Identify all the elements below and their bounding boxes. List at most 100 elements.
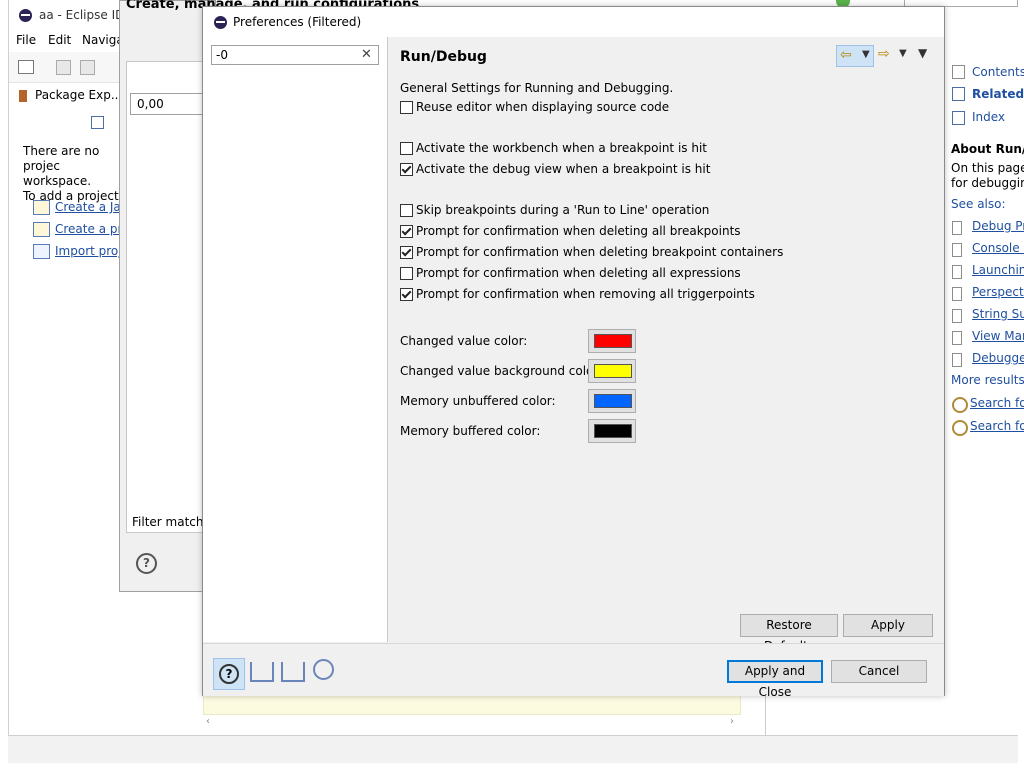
scroll-left-icon[interactable]: ‹: [206, 716, 210, 727]
color-swatch: [594, 334, 632, 348]
view-menu-icon[interactable]: ▼: [918, 46, 927, 60]
chevron-down-icon[interactable]: ▼: [899, 48, 907, 59]
checkbox-label: Activate the debug view when a breakpoin…: [416, 162, 711, 176]
doc-icon: [952, 309, 962, 323]
checkbox-label: Prompt for confirmation when deleting al…: [416, 266, 741, 280]
memory-buffered-color-button[interactable]: [588, 419, 636, 443]
export-preferences-icon[interactable]: [281, 662, 305, 682]
apply-and-close-button[interactable]: Apply and Close: [727, 660, 823, 699]
see-also-item-7[interactable]: Debugger: [972, 351, 1024, 365]
checkbox[interactable]: [400, 267, 413, 280]
new-project-icon: [33, 222, 50, 237]
preference-filter-input[interactable]: -0: [211, 45, 379, 65]
checkbox-label: Prompt for confirmation when deleting br…: [416, 245, 784, 259]
checkbox[interactable]: [400, 142, 413, 155]
help-more-results: More results:: [951, 373, 1024, 387]
checkbox[interactable]: [400, 288, 413, 301]
dialog-button-bar: ? Apply and Close Cancel: [203, 643, 944, 699]
import-project-link[interactable]: Import proje: [55, 244, 129, 258]
search-result-2[interactable]: Search for: [970, 419, 1024, 433]
side-panel: [765, 690, 1016, 735]
preferences-title-bar: Preferences (Filtered): [203, 7, 944, 37]
changed-value-color-button[interactable]: [588, 329, 636, 353]
help-about-heading: About Run/De: [951, 142, 1024, 156]
color-label: Memory buffered color:: [400, 424, 541, 438]
run-config-filter-value: 0,00: [137, 97, 164, 111]
related-topics-icon: [952, 87, 965, 101]
help-button[interactable]: ?: [213, 658, 245, 690]
save-icon[interactable]: [56, 60, 71, 75]
see-also-item-1[interactable]: Debug Pre: [972, 219, 1024, 233]
color-label: Memory unbuffered color:: [400, 394, 556, 408]
doc-icon: [952, 353, 962, 367]
eclipse-logo-icon: [214, 16, 227, 29]
help-panel: Contents Related T Index About Run/De On…: [943, 36, 1024, 694]
checkbox[interactable]: [400, 204, 413, 217]
chevron-down-icon: ▼: [862, 49, 870, 60]
help-contents-link[interactable]: Contents: [972, 65, 1024, 79]
help-about-line-2: for debugging: [951, 176, 1024, 190]
memory-unbuffered-color-button[interactable]: [588, 389, 636, 413]
eclipse-title: aa - Eclipse IDE: [39, 8, 132, 22]
checkbox[interactable]: [400, 225, 413, 238]
preferences-title: Preferences (Filtered): [233, 15, 362, 29]
help-icon[interactable]: ?: [136, 553, 157, 574]
see-also-item-2[interactable]: Console P: [972, 241, 1024, 255]
import-preferences-icon[interactable]: [250, 662, 274, 682]
page-description: General Settings for Running and Debuggi…: [400, 81, 674, 95]
help-icon: ?: [219, 664, 239, 684]
see-also-item-4[interactable]: Perspectiv: [972, 285, 1024, 299]
no-projects-line-1: There are no projec: [23, 144, 100, 173]
changed-background-color-button[interactable]: [588, 359, 636, 383]
package-explorer-label: Package Exp...: [35, 88, 123, 102]
forward-arrow-icon[interactable]: ⇨: [878, 46, 890, 62]
doc-icon: [952, 221, 962, 235]
checkbox-label: Reuse editor when displaying source code: [416, 100, 670, 114]
search-icon: [952, 420, 968, 436]
see-also-item-5[interactable]: String Sub: [972, 307, 1024, 321]
menu-file[interactable]: File: [16, 33, 36, 47]
see-also-item-6[interactable]: View Man: [972, 329, 1024, 343]
menu-edit[interactable]: Edit: [48, 33, 71, 47]
see-also-item-3[interactable]: Launching: [972, 263, 1024, 277]
run-config-filter-input[interactable]: 0,00: [130, 93, 212, 115]
clear-filter-icon[interactable]: ✕: [361, 47, 372, 62]
scroll-right-icon[interactable]: ›: [730, 716, 734, 727]
save-all-icon[interactable]: [80, 60, 95, 75]
new-icon[interactable]: [18, 60, 34, 74]
package-explorer-tab[interactable]: Package Exp...: [15, 86, 125, 108]
cancel-button[interactable]: Cancel: [831, 660, 927, 683]
color-label: Changed value background color:: [400, 364, 603, 378]
back-button[interactable]: ⇦ ▼: [836, 45, 874, 67]
record-icon[interactable]: [313, 659, 334, 680]
restore-defaults-button[interactable]: Restore Defaults: [740, 614, 838, 653]
page-navigation: ⇦ ▼ ⇨ ▼ ▼: [836, 45, 936, 67]
collapse-all-icon[interactable]: [91, 116, 104, 129]
checkbox[interactable]: [400, 246, 413, 259]
checkbox[interactable]: [400, 101, 413, 114]
checkbox-label: Prompt for confirmation when deleting al…: [416, 224, 741, 238]
doc-icon: [952, 287, 962, 301]
search-result-1[interactable]: Search for: [970, 396, 1024, 410]
package-explorer-body: There are no projec workspace. To add a …: [23, 144, 133, 204]
eclipse-logo-icon: [19, 9, 32, 22]
checkbox-label: Prompt for confirmation when removing al…: [416, 287, 755, 301]
checkbox-label: Activate the workbench when a breakpoint…: [416, 141, 707, 155]
preferences-dialog: Preferences (Filtered) -0 ✕ Run/Debug ⇦ …: [202, 6, 945, 699]
help-see-also: See also:: [951, 197, 1006, 211]
preference-page: Run/Debug ⇦ ▼ ⇨ ▼ ▼ General Settings for…: [388, 37, 944, 653]
doc-icon: [952, 265, 962, 279]
doc-icon: [952, 331, 962, 345]
checkbox[interactable]: [400, 163, 413, 176]
color-swatch: [594, 394, 632, 408]
help-index-link[interactable]: Index: [972, 110, 1005, 124]
search-icon: [952, 397, 968, 413]
new-java-project-icon: [33, 200, 50, 215]
run-config-list: [126, 61, 213, 533]
back-arrow-icon: ⇦: [840, 47, 852, 63]
apply-button[interactable]: Apply: [843, 614, 933, 637]
index-icon: [952, 111, 965, 125]
status-bar: [8, 735, 1018, 763]
help-related-link[interactable]: Related T: [972, 87, 1024, 101]
color-label: Changed value color:: [400, 334, 528, 348]
